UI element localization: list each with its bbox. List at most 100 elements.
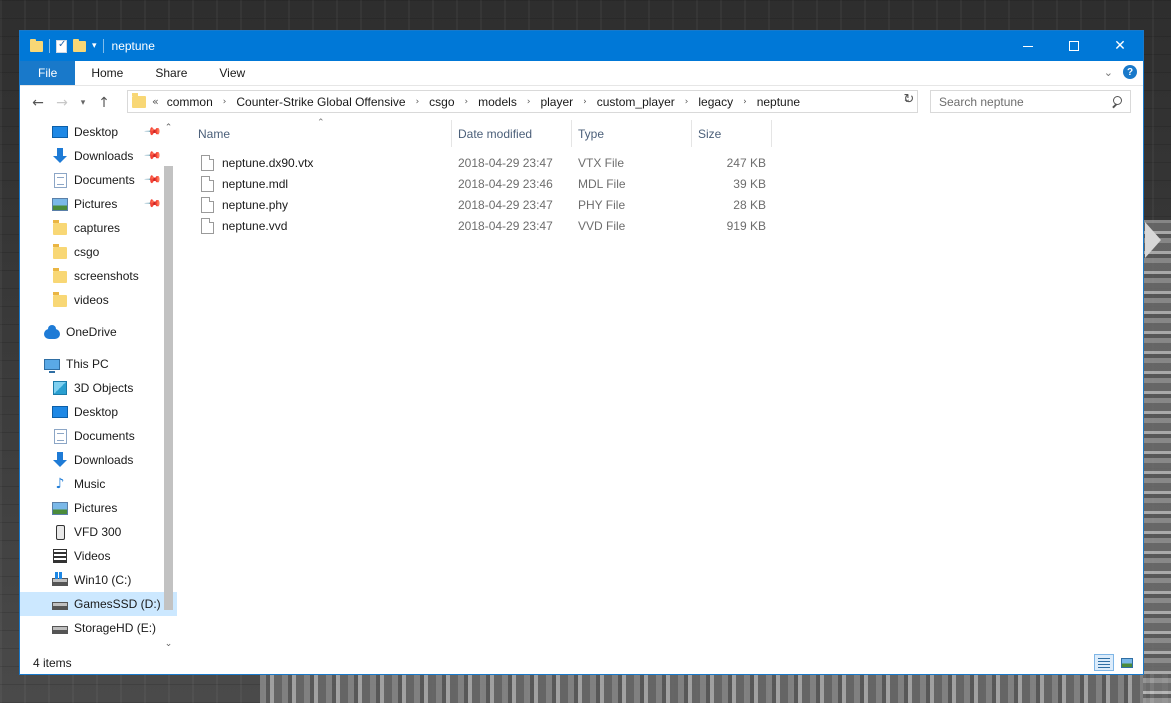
main-area: Desktop 📌 Downloads 📌 Documents 📌 Pictur… (20, 118, 1143, 653)
documents-icon (52, 428, 68, 444)
sidebar-item-label: screenshots (74, 269, 139, 283)
file-type: MDL File (578, 176, 626, 191)
chevron-right-icon[interactable]: › (583, 97, 587, 107)
file-name: neptune.vvd (222, 218, 288, 233)
sidebar-item-label: Documents (74, 429, 135, 443)
sidebar-item-storagehd-e[interactable]: StorageHD (E:) (20, 616, 177, 640)
file-row[interactable]: neptune.dx90.vtx 2018-04-29 23:47 VTX Fi… (177, 152, 766, 173)
scroll-up-chevron-icon[interactable]: ⌃ (160, 120, 177, 137)
minimize-button[interactable] (1005, 31, 1051, 61)
chevron-right-icon[interactable]: › (416, 97, 420, 107)
breadcrumb-item[interactable]: csgo (429, 95, 454, 109)
this-pc-icon (44, 356, 60, 373)
sidebar-item-desktop[interactable]: Desktop 📌 (20, 120, 177, 144)
file-row[interactable]: neptune.vvd 2018-04-29 23:47 VVD File 91… (177, 215, 766, 236)
maximize-button[interactable] (1051, 31, 1097, 61)
scroll-down-chevron-icon[interactable]: ⌄ (160, 636, 177, 653)
breadcrumb-item[interactable]: models (478, 95, 517, 109)
phone-icon (52, 524, 68, 540)
3d-objects-icon (52, 380, 68, 396)
sidebar-item-vfd-300[interactable]: VFD 300 (20, 520, 177, 544)
column-header-date-modified[interactable]: Date modified (452, 120, 572, 147)
wallpaper-detail (260, 674, 1171, 703)
breadcrumb-item[interactable]: legacy (698, 95, 733, 109)
sidebar-item-videos[interactable]: Videos (20, 544, 177, 568)
up-arrow-icon[interactable]: ↑ (92, 95, 116, 111)
column-header-type[interactable]: Type (572, 120, 692, 147)
breadcrumb-overflow[interactable]: « (152, 95, 159, 108)
sidebar-item-label: captures (74, 221, 121, 235)
sidebar-item-music[interactable]: ♪ Music (20, 472, 177, 496)
sidebar-item-label: Pictures (74, 197, 118, 211)
tab-view[interactable]: View (203, 61, 261, 85)
explorer-window: ▾ neptune ✕ File Home Share View ⌄ ? ← →… (19, 30, 1144, 675)
sidebar-item-downloads[interactable]: Downloads 📌 (20, 144, 177, 168)
sidebar-item-documents[interactable]: Documents (20, 424, 177, 448)
search-input[interactable]: Search neptune (930, 90, 1131, 113)
column-header-label: Name (198, 126, 231, 141)
sidebar-item-win10-c[interactable]: Win10 (C:) (20, 568, 177, 592)
folder-icon (52, 220, 68, 236)
desktop-icon (52, 124, 68, 140)
navigation-scrollbar[interactable]: ⌃ ⌄ (160, 120, 177, 653)
title-bar[interactable]: ▾ neptune ✕ (20, 31, 1143, 61)
sidebar-item-documents[interactable]: Documents 📌 (20, 168, 177, 192)
sidebar-item-gamesssd-d[interactable]: GamesSSD (D:) (20, 592, 177, 616)
file-row[interactable]: neptune.mdl 2018-04-29 23:46 MDL File 39… (177, 173, 766, 194)
properties-icon[interactable] (56, 39, 67, 53)
sidebar-item-pictures[interactable]: Pictures 📌 (20, 192, 177, 216)
sidebar-item-captures[interactable]: captures (20, 216, 177, 240)
close-button[interactable]: ✕ (1097, 31, 1143, 61)
sidebar-item-screenshots[interactable]: screenshots (20, 264, 177, 288)
file-type: VVD File (578, 218, 626, 233)
new-folder-icon[interactable] (73, 38, 86, 52)
expand-ribbon-icon[interactable]: ⌄ (1104, 66, 1113, 79)
tab-share[interactable]: Share (139, 61, 203, 85)
recent-locations-chevron-icon[interactable]: ▾ (74, 98, 92, 108)
window-title: neptune (111, 39, 155, 53)
folder-icon (132, 92, 146, 108)
sidebar-item-csgo[interactable]: csgo (20, 240, 177, 264)
file-date-modified: 2018-04-29 23:47 (458, 218, 553, 233)
sidebar-item-3d-objects[interactable]: 3D Objects (20, 376, 177, 400)
file-date-modified: 2018-04-29 23:47 (458, 197, 553, 212)
drive-icon (52, 596, 68, 612)
sidebar-item-downloads[interactable]: Downloads (20, 448, 177, 472)
chevron-right-icon[interactable]: › (465, 97, 469, 107)
column-header-name[interactable]: ⌃ Name (177, 118, 452, 147)
file-row[interactable]: neptune.phy 2018-04-29 23:47 PHY File 28… (177, 194, 766, 215)
customize-toolbar-dropdown-icon[interactable]: ▾ (92, 41, 97, 51)
file-icon (201, 196, 214, 213)
chevron-right-icon[interactable]: › (743, 97, 747, 107)
large-icons-view-icon (1121, 657, 1133, 668)
column-header-size[interactable]: Size (692, 120, 772, 147)
file-icon (201, 154, 214, 171)
navigation-bar: ← → ▾ ↑ « common › Counter-Strike Global… (20, 86, 1143, 119)
scrollbar-thumb[interactable] (164, 166, 173, 610)
breadcrumb-item[interactable]: neptune (757, 95, 800, 109)
breadcrumb-item[interactable]: Counter-Strike Global Offensive (236, 95, 405, 109)
breadcrumb-item[interactable]: custom_player (597, 95, 675, 109)
tab-file[interactable]: File (20, 61, 76, 85)
sidebar-item-onedrive[interactable]: OneDrive (20, 320, 177, 344)
address-bar[interactable]: « common › Counter-Strike Global Offensi… (127, 90, 918, 113)
refresh-icon[interactable]: ↻ (900, 92, 918, 112)
column-headers: ⌃ Name Date modified Type Size (177, 118, 772, 147)
details-view-button[interactable] (1094, 654, 1114, 671)
forward-arrow-icon[interactable]: → (50, 95, 74, 111)
back-arrow-icon[interactable]: ← (26, 95, 50, 111)
chevron-right-icon[interactable]: › (527, 97, 531, 107)
sidebar-item-label: Documents (74, 173, 135, 187)
large-icons-view-button[interactable] (1117, 654, 1137, 671)
sidebar-item-this-pc[interactable]: This PC (20, 352, 177, 376)
sidebar-item-videos[interactable]: videos (20, 288, 177, 312)
help-icon[interactable]: ? (1123, 65, 1137, 79)
sidebar-item-pictures[interactable]: Pictures (20, 496, 177, 520)
breadcrumb-item[interactable]: player (540, 95, 573, 109)
tab-home[interactable]: Home (75, 61, 139, 85)
chevron-right-icon[interactable]: › (685, 97, 689, 107)
sidebar-item-desktop[interactable]: Desktop (20, 400, 177, 424)
music-icon: ♪ (55, 476, 65, 492)
chevron-right-icon[interactable]: › (223, 97, 227, 107)
breadcrumb-item[interactable]: common (167, 95, 213, 109)
